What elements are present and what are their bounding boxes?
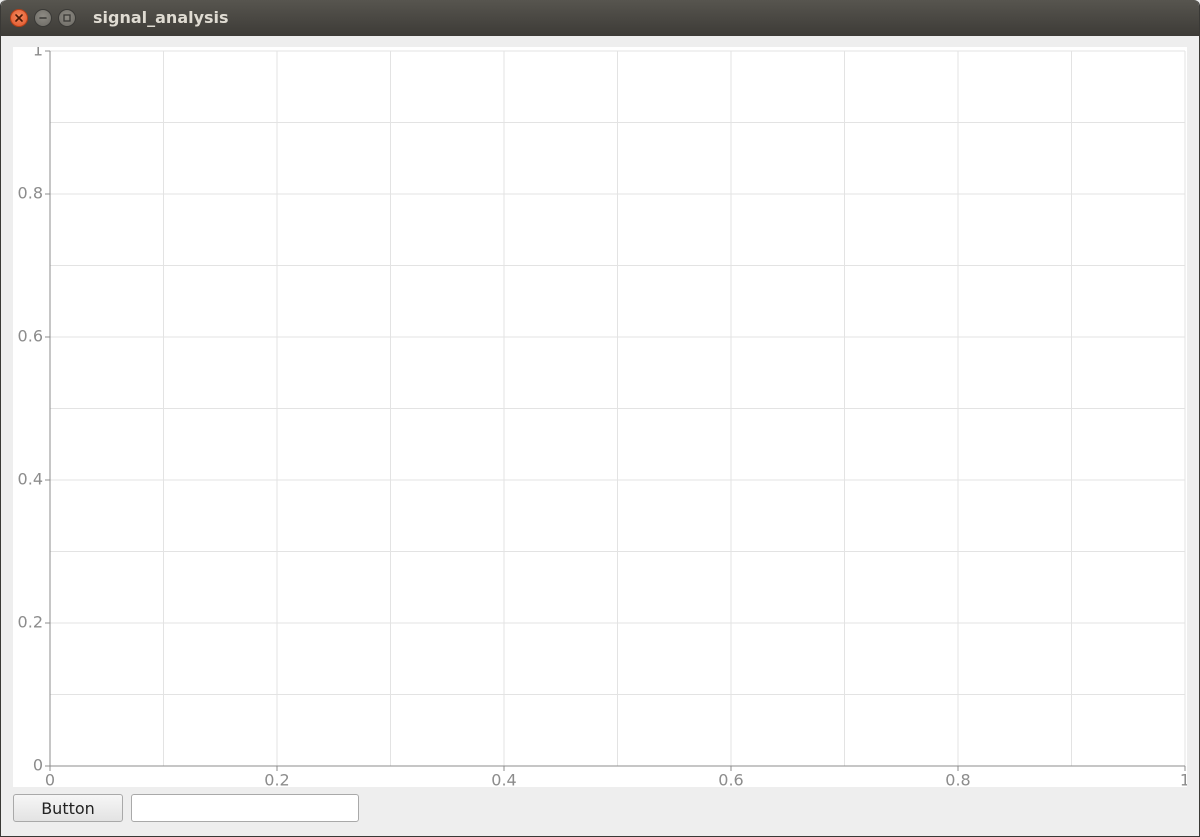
title-bar[interactable]: signal_analysis	[1, 0, 1199, 36]
axes	[45, 50, 1186, 771]
x-tick-label: 0.6	[718, 771, 743, 788]
app-window: signal_analysis 0 0.2 0.4 0.6 0.8 1 0 0.2 0.4 0.6…	[0, 0, 1200, 837]
chart-panel[interactable]: 0 0.2 0.4 0.6 0.8 1 0 0.2 0.4 0.6 0.8 1	[13, 41, 1191, 790]
tick-labels: 0 0.2 0.4 0.6 0.8 1 0 0.2 0.4 0.6 0.8 1	[18, 41, 1191, 790]
close-window-button[interactable]	[10, 9, 28, 27]
x-tick-label: 0	[45, 771, 55, 788]
chart[interactable]: 0 0.2 0.4 0.6 0.8 1 0 0.2 0.4 0.6 0.8 1	[13, 41, 1191, 790]
y-tick-label: 0.8	[18, 184, 43, 203]
y-tick-label: 0.2	[18, 613, 43, 632]
x-tick-label: 0.8	[945, 771, 970, 788]
minimize-window-button[interactable]	[34, 9, 52, 27]
y-tick-label: 0.4	[18, 470, 43, 489]
window-title: signal_analysis	[93, 8, 229, 27]
text-input[interactable]	[131, 794, 359, 822]
close-icon	[15, 14, 23, 22]
y-tick-label: 0	[33, 756, 43, 775]
maximize-window-button[interactable]	[58, 9, 76, 27]
y-tick-label: 1	[33, 47, 43, 60]
grid	[50, 50, 1186, 766]
minimize-icon	[39, 17, 47, 19]
maximize-icon	[63, 14, 71, 22]
x-tick-label: 1	[1180, 771, 1187, 788]
x-tick-label: 0.4	[491, 771, 516, 788]
action-button[interactable]: Button	[13, 794, 123, 822]
x-tick-label: 0.2	[264, 771, 289, 788]
y-tick-label: 0.6	[18, 327, 43, 346]
